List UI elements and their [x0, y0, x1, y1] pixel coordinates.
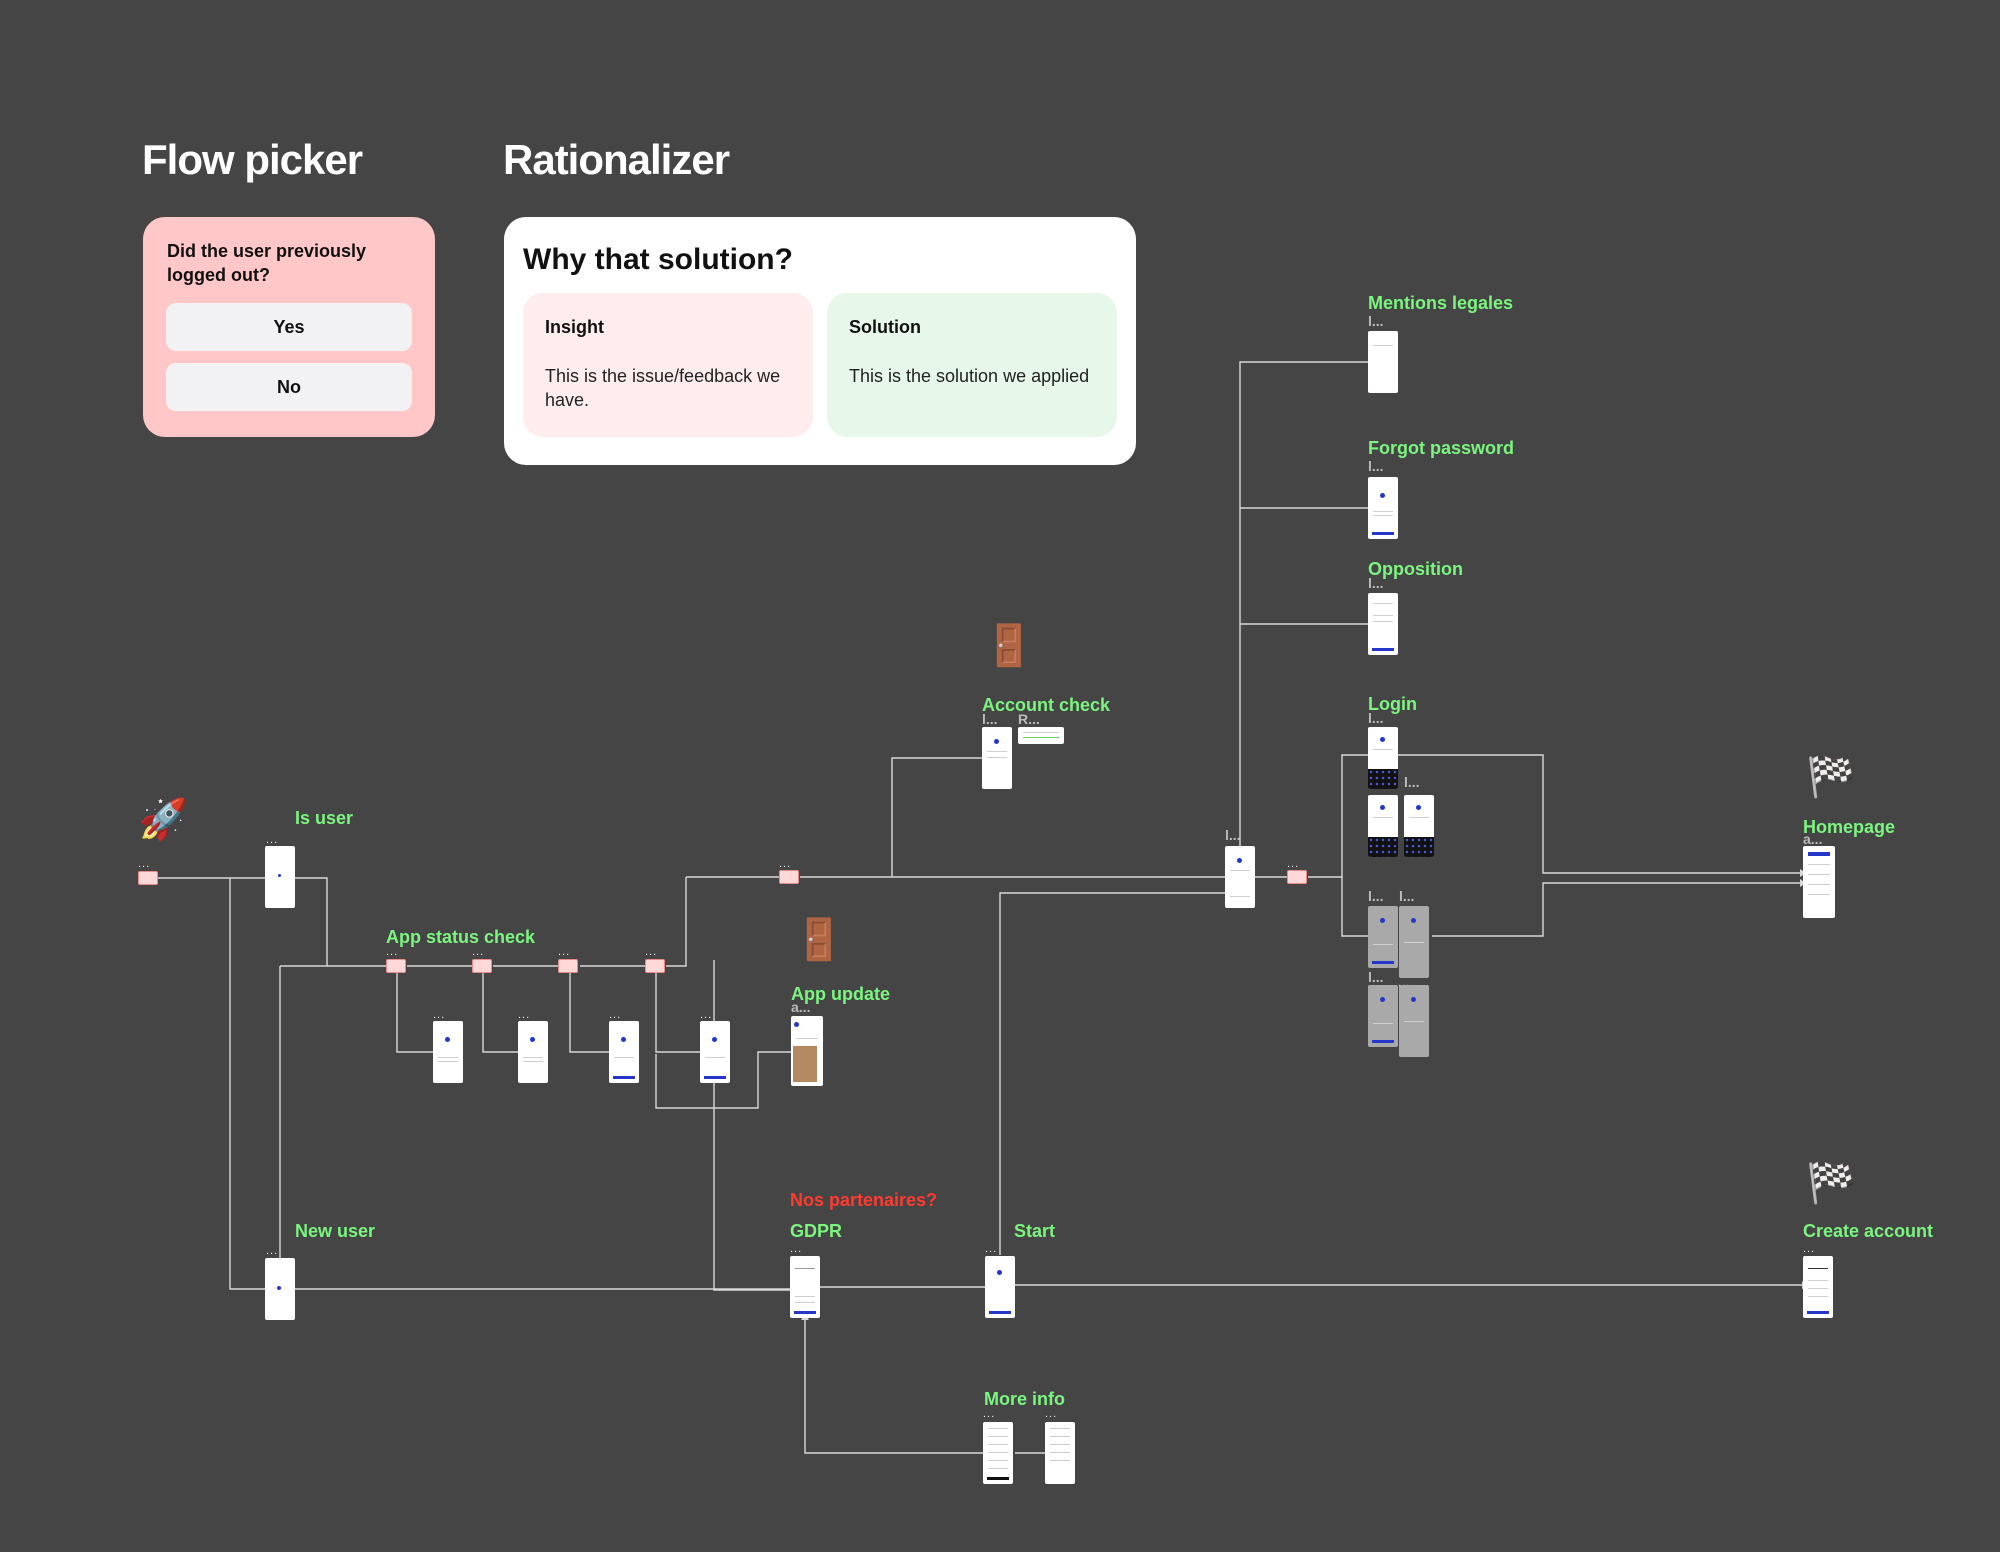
insight-text: This is the issue/feedback we have.: [545, 366, 781, 410]
tiny-label: l...: [1368, 969, 1384, 985]
rationalizer-card: Why that solution? Insight This is the i…: [504, 217, 1136, 465]
label-app-status-check: App status check: [386, 927, 536, 947]
screen-create-account[interactable]: [1803, 1256, 1833, 1318]
more-dots: ...: [518, 1009, 531, 1021]
more-dots: ...: [266, 1245, 279, 1257]
screen-more-info-1[interactable]: [983, 1422, 1013, 1484]
screen-opposition[interactable]: [1368, 593, 1398, 655]
solution-title: Solution: [849, 317, 921, 337]
solution-text: This is the solution we applied: [849, 366, 1090, 386]
screen-app-status-2[interactable]: [518, 1021, 548, 1083]
flow-node: [138, 871, 158, 885]
tiny-label: l...: [1225, 827, 1241, 843]
tiny-label: R...: [1018, 711, 1040, 727]
label-nos-partenaires: Nos partenaires?: [790, 1190, 938, 1210]
label-mentions-legales: Mentions legales: [1368, 293, 1514, 313]
screen-gdpr[interactable]: [790, 1256, 820, 1318]
screen-is-user[interactable]: [265, 846, 295, 908]
tiny-label: l...: [1368, 575, 1384, 591]
screen-app-status-4[interactable]: [700, 1021, 730, 1083]
screen-more-info-2[interactable]: [1045, 1422, 1075, 1484]
tiny-label: l...: [1368, 313, 1384, 329]
more-dots: ...: [1045, 1408, 1058, 1420]
insight-title: Insight: [545, 317, 604, 337]
flow-node: [1287, 870, 1307, 884]
label-new-user: New user: [295, 1221, 376, 1241]
yes-button[interactable]: Yes: [166, 303, 412, 351]
label-create-account: Create account: [1803, 1221, 1934, 1241]
screen-login-pin[interactable]: [1368, 795, 1398, 857]
more-dots: ...: [266, 834, 279, 846]
flow-node: [558, 959, 578, 973]
screen-account-check[interactable]: [982, 727, 1012, 789]
more-dots: ...: [790, 1243, 803, 1255]
solution-box: Solution This is the solution we applied: [827, 293, 1117, 437]
more-dots: ...: [645, 946, 658, 958]
screen-login-biometry[interactable]: [1368, 906, 1398, 968]
flag-icon: 🏁: [1806, 1161, 1856, 1205]
door-icon: 🚪: [984, 624, 1034, 668]
tiny-label: l...: [1368, 888, 1384, 904]
flow-picker-card: Did the user previously logged out? Yes …: [143, 217, 435, 437]
rationalizer-heading: Rationalizer: [503, 136, 730, 183]
label-account-check: Account check: [982, 695, 1111, 715]
more-dots: ...: [472, 946, 485, 958]
more-dots: ...: [983, 1408, 996, 1420]
label-start: Start: [1014, 1221, 1056, 1241]
more-dots: ...: [700, 1009, 713, 1021]
insight-box: Insight This is the issue/feedback we ha…: [523, 293, 813, 437]
tiny-label: a...: [791, 999, 811, 1015]
tiny-label: l...: [982, 711, 998, 727]
more-dots: ...: [609, 1009, 622, 1021]
screen-homepage[interactable]: [1803, 846, 1835, 918]
screen-login[interactable]: [1368, 727, 1398, 789]
more-dots: ...: [558, 946, 571, 958]
tiny-label: l...: [1399, 888, 1415, 904]
screen-login-hub[interactable]: [1225, 846, 1255, 908]
more-dots: ...: [138, 858, 151, 870]
screen-login-pin-2[interactable]: [1404, 795, 1434, 857]
screen-app-update[interactable]: [791, 1016, 823, 1086]
screen-forgot-password[interactable]: [1368, 477, 1398, 539]
more-dots: ...: [1287, 858, 1300, 870]
more-dots: ...: [386, 946, 399, 958]
label-gdpr: GDPR: [790, 1221, 843, 1241]
flag-icon: 🏁: [1806, 755, 1856, 799]
screen-new-user[interactable]: [265, 1258, 295, 1320]
screen-start[interactable]: [985, 1256, 1015, 1318]
tiny-label: a...: [1803, 831, 1823, 847]
screen-login-biometry-4[interactable]: [1399, 985, 1429, 1057]
more-dots: ...: [433, 1009, 446, 1021]
flow-node: [779, 870, 799, 884]
more-dots: ...: [1803, 1243, 1816, 1255]
screen-login-biometry-2[interactable]: [1399, 906, 1429, 978]
label-forgot-password: Forgot password: [1368, 438, 1515, 458]
more-dots: ...: [985, 1243, 998, 1255]
screen-app-status-3[interactable]: [609, 1021, 639, 1083]
screen-account-check-side[interactable]: [1018, 727, 1064, 744]
screen-mentions-legales[interactable]: [1368, 331, 1398, 393]
tiny-label: l...: [1368, 458, 1384, 474]
flow-node: [645, 959, 665, 973]
more-dots: ...: [779, 858, 792, 870]
tiny-label: l...: [1368, 710, 1384, 726]
flow-picker-question: Did the user previously logged out?: [167, 241, 367, 285]
flow-node: [472, 959, 492, 973]
label-is-user: Is user: [295, 808, 354, 828]
flow-picker-heading: Flow picker: [142, 136, 363, 183]
rocket-icon: 🚀: [138, 798, 188, 842]
screen-app-status-1[interactable]: [433, 1021, 463, 1083]
label-more-info: More info: [984, 1389, 1065, 1409]
door-icon: 🚪: [794, 918, 844, 962]
tiny-label: l...: [1404, 774, 1420, 790]
no-button[interactable]: No: [166, 363, 412, 411]
rationalizer-title: Why that solution?: [523, 243, 793, 276]
flow-node: [386, 959, 406, 973]
screen-login-biometry-3[interactable]: [1368, 985, 1398, 1047]
